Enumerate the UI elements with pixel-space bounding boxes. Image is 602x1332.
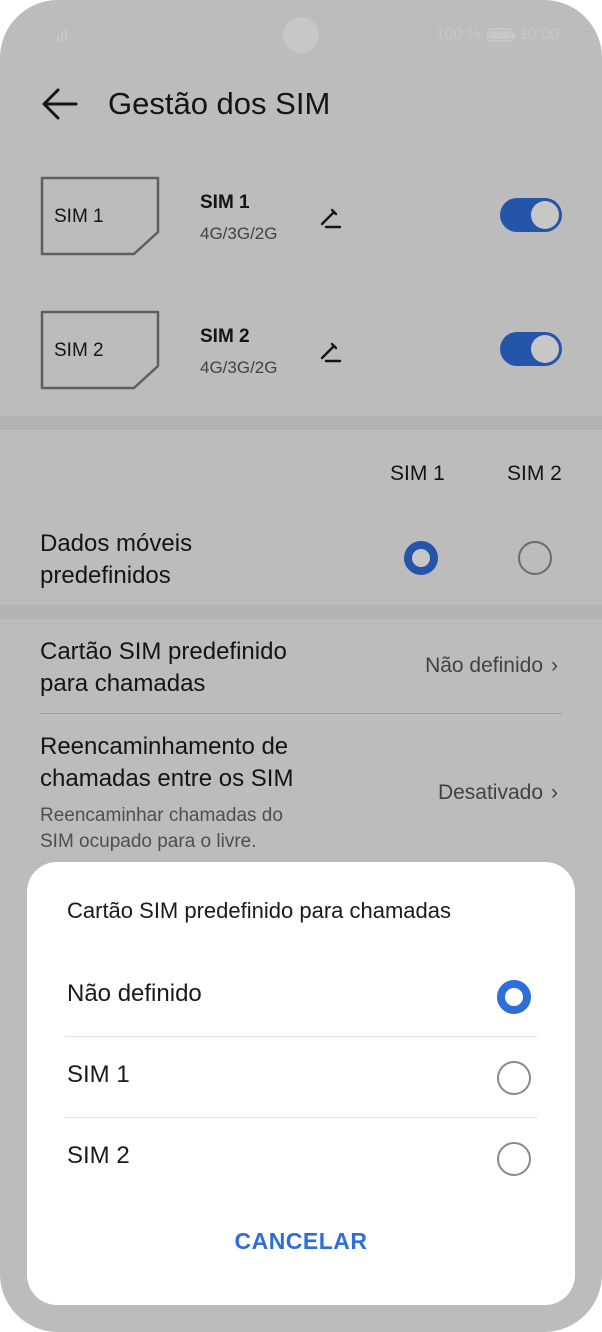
dialog-title: Cartão SIM predefinido para chamadas <box>67 898 451 923</box>
dialog-option[interactable]: SIM 2 <box>27 1118 575 1199</box>
phone-frame: 100 % 10:00 Gestão dos SIM SIM 1 SIM 1 4… <box>0 0 602 1332</box>
option-label: SIM 2 <box>67 1142 130 1169</box>
option-label: SIM 1 <box>67 1061 130 1088</box>
cancel-button[interactable]: CANCELAR <box>27 1228 575 1255</box>
dialog-option[interactable]: Não definido <box>27 956 575 1037</box>
dialog-option[interactable]: SIM 1 <box>27 1037 575 1118</box>
option-radio-selected[interactable] <box>497 980 531 1014</box>
default-call-dialog: Cartão SIM predefinido para chamadas Não… <box>27 862 575 1305</box>
option-radio[interactable] <box>497 1061 531 1095</box>
option-radio[interactable] <box>497 1142 531 1176</box>
option-label: Não definido <box>67 980 202 1007</box>
